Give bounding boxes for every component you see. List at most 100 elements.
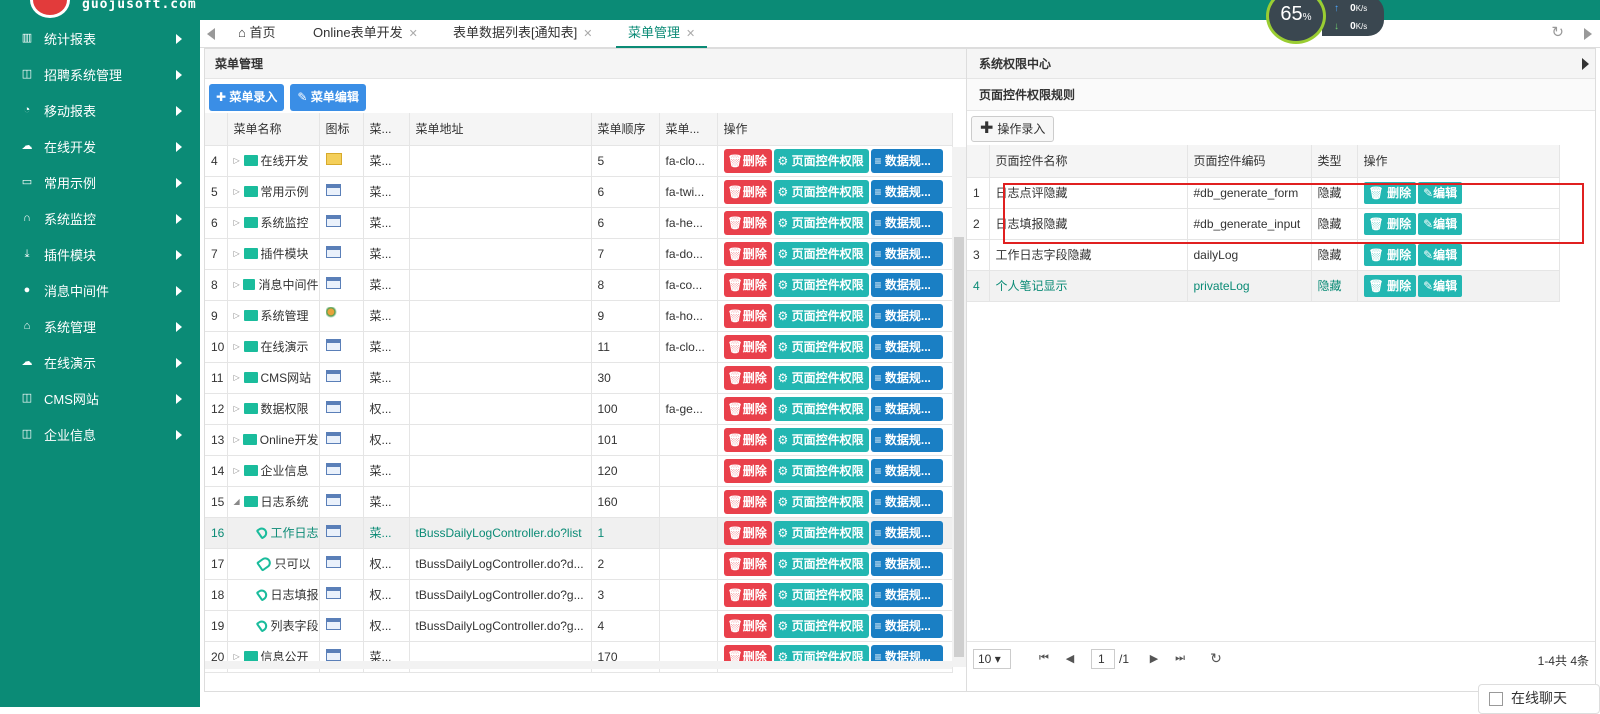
close-icon[interactable]: ✕ — [409, 28, 418, 40]
data-rule-button[interactable]: ≡ 数据规... — [870, 334, 943, 359]
data-rule-button[interactable]: ≡ 数据规... — [870, 427, 943, 452]
caret-down-icon[interactable]: ◢ — [234, 497, 244, 506]
delete-button[interactable]: 🗑删除 — [723, 427, 772, 452]
data-rule-button[interactable]: ≡ 数据规... — [870, 272, 943, 297]
add-menu-button[interactable]: ✚ 菜单录入 — [209, 84, 285, 111]
caret-right-icon[interactable]: ▷ — [234, 249, 244, 258]
caret-right-icon[interactable]: ▷ — [234, 342, 244, 351]
delete-button[interactable]: 🗑 删除 — [1363, 243, 1417, 266]
scrollbar-thumb[interactable] — [954, 237, 964, 657]
close-icon[interactable]: ✕ — [583, 28, 592, 40]
next-page-icon[interactable]: ▶ — [1141, 652, 1167, 665]
table-row[interactable]: 5 ▷ 常用示例 菜... 6 fa-twi... 🗑删除 ⚙ 页面控件权限 ≡ 数据规... — [205, 176, 953, 208]
table-row[interactable]: 14 ▷ 企业信息 菜... 120 🗑删除 ⚙ 页面控件权限 ≡ 数据规... — [205, 455, 953, 487]
tab-online-form[interactable]: Online表单开发 ✕ — [313, 20, 418, 48]
caret-right-icon[interactable]: ▷ — [234, 280, 243, 289]
sidebar-item[interactable]: ▭ 常用示例 — [0, 164, 200, 200]
table-row[interactable]: 8 ▷ 消息中间件 菜... 8 fa-co... 🗑删除 ⚙ 页面控件权限 ≡ 数据规... — [205, 269, 953, 301]
data-rule-button[interactable]: ≡ 数据规... — [870, 148, 943, 173]
sidebar-item[interactable]: ◔ 移动报表 — [0, 92, 200, 128]
delete-button[interactable]: 🗑 删除 — [1363, 274, 1417, 297]
sidebar-item[interactable]: ⌂ 系统管理 — [0, 308, 200, 344]
delete-button[interactable]: 🗑删除 — [723, 148, 772, 173]
delete-button[interactable]: 🗑删除 — [723, 272, 772, 297]
table-row[interactable]: 19 列表字段 权... tBussDailyLogController.do?g..… — [205, 610, 953, 642]
data-rule-button[interactable]: ≡ 数据规... — [870, 613, 943, 638]
last-page-icon[interactable]: ⏭ — [1167, 652, 1193, 665]
page-control-permission-button[interactable]: ⚙ 页面控件权限 — [773, 458, 869, 483]
data-rule-button[interactable]: ≡ 数据规... — [870, 489, 943, 514]
first-page-icon[interactable]: ⏮ — [1031, 652, 1057, 665]
column-header[interactable]: 操作 — [1357, 145, 1560, 178]
column-header[interactable]: 类型 — [1311, 145, 1358, 178]
edit-button[interactable]: ✎编辑 — [1418, 274, 1463, 297]
data-rule-button[interactable]: ≡ 数据规... — [870, 365, 943, 390]
reload-icon[interactable]: ↻ — [1203, 650, 1229, 667]
delete-button[interactable]: 🗑删除 — [723, 241, 772, 266]
caret-right-icon[interactable]: ▷ — [234, 404, 244, 413]
data-rule-button[interactable]: ≡ 数据规... — [870, 551, 943, 576]
caret-right-icon[interactable]: ▷ — [234, 652, 244, 661]
page-control-permission-button[interactable]: ⚙ 页面控件权限 — [773, 272, 869, 297]
page-number-input[interactable]: 1 — [1091, 648, 1115, 669]
sidebar-item[interactable]: ∩ 系统监控 — [0, 200, 200, 236]
tab-menu-management[interactable]: 菜单管理 ✕ — [616, 20, 708, 48]
page-control-permission-button[interactable]: ⚙ 页面控件权限 — [773, 148, 869, 173]
page-control-permission-button[interactable]: ⚙ 页面控件权限 — [773, 613, 869, 638]
table-row[interactable]: 13 ▷ Online开发 权... 101 🗑删除 ⚙ 页面控件权限 ≡ 数据规... — [205, 424, 953, 456]
collapse-arrow-icon[interactable] — [1582, 58, 1589, 70]
prev-page-icon[interactable]: ◀ — [1057, 652, 1083, 665]
column-header[interactable]: 操作 — [717, 113, 953, 146]
page-control-permission-button[interactable]: ⚙ 页面控件权限 — [773, 582, 869, 607]
delete-button[interactable]: 🗑删除 — [723, 582, 772, 607]
table-row[interactable]: 18 日志填报 权... tBussDailyLogController.do?g..… — [205, 579, 953, 611]
table-row[interactable]: 4 个人笔记显示 privateLog 隐藏 🗑 删除 ✎编辑 — [967, 270, 1560, 302]
column-header[interactable]: 页面控件名称 — [989, 145, 1188, 178]
table-row[interactable]: 10 ▷ 在线演示 菜... 11 fa-clo... 🗑删除 ⚙ 页面控件权限 ≡ 数据规..… — [205, 331, 953, 363]
caret-right-icon[interactable]: ▷ — [234, 466, 244, 475]
vertical-scrollbar[interactable] — [952, 147, 966, 667]
page-control-permission-button[interactable]: ⚙ 页面控件权限 — [773, 365, 869, 390]
table-row[interactable]: 9 ▷ 系统管理 菜... 9 fa-ho... 🗑删除 ⚙ 页面控件权限 ≡ 数据规... — [205, 300, 953, 332]
sidebar-item[interactable]: ⤓ 插件模块 — [0, 236, 200, 272]
page-control-permission-button[interactable]: ⚙ 页面控件权限 — [773, 427, 869, 452]
table-row[interactable]: 11 ▷ CMS网站 菜... 30 🗑删除 ⚙ 页面控件权限 ≡ 数据规... — [205, 362, 953, 394]
data-rule-button[interactable]: ≡ 数据规... — [870, 241, 943, 266]
add-operation-button[interactable]: ✚ 操作录入 — [971, 116, 1055, 142]
column-header[interactable]: 页面控件编码 — [1187, 145, 1312, 178]
table-row[interactable]: 15 ◢ 日志系统 菜... 160 🗑删除 ⚙ 页面控件权限 ≡ 数据规... — [205, 486, 953, 518]
page-control-permission-button[interactable]: ⚙ 页面控件权限 — [773, 551, 869, 576]
data-rule-button[interactable]: ≡ 数据规... — [870, 458, 943, 483]
delete-button[interactable]: 🗑删除 — [723, 551, 772, 576]
sidebar-item[interactable]: ◫ 企业信息 — [0, 416, 200, 452]
edit-menu-button[interactable]: ✎ 菜单编辑 — [290, 84, 366, 111]
close-icon[interactable]: ✕ — [686, 28, 695, 40]
caret-right-icon[interactable]: ▷ — [234, 311, 244, 320]
page-control-permission-button[interactable]: ⚙ 页面控件权限 — [773, 396, 869, 421]
page-size-select[interactable]: 10 ▾ — [973, 648, 1011, 669]
delete-button[interactable]: 🗑删除 — [723, 458, 772, 483]
column-header[interactable]: 图标 — [319, 113, 364, 146]
page-control-permission-button[interactable]: ⚙ 页面控件权限 — [773, 241, 869, 266]
page-control-permission-button[interactable]: ⚙ 页面控件权限 — [773, 334, 869, 359]
data-rule-button[interactable]: ≡ 数据规... — [870, 582, 943, 607]
table-row[interactable]: 7 ▷ 插件模块 菜... 7 fa-do... 🗑删除 ⚙ 页面控件权限 ≡ 数据规... — [205, 238, 953, 270]
horizontal-scrollbar[interactable] — [205, 661, 952, 669]
delete-button[interactable]: 🗑删除 — [723, 365, 772, 390]
caret-right-icon[interactable]: ▷ — [234, 218, 244, 227]
caret-right-icon[interactable]: ▷ — [234, 156, 244, 165]
delete-button[interactable]: 🗑删除 — [723, 334, 772, 359]
tab-form-data-list[interactable]: 表单数据列表[通知表] ✕ — [453, 20, 592, 48]
column-header[interactable]: 菜单... — [659, 113, 718, 146]
column-header[interactable]: 菜单名称 — [227, 113, 320, 146]
page-control-permission-button[interactable]: ⚙ 页面控件权限 — [773, 303, 869, 328]
delete-button[interactable]: 🗑删除 — [723, 303, 772, 328]
online-chat-button[interactable]: 在线聊天 — [1478, 684, 1600, 714]
caret-right-icon[interactable]: ▷ — [234, 373, 244, 382]
tab-home[interactable]: ⌂ 首页 — [238, 20, 276, 48]
column-header[interactable]: 菜单顺序 — [591, 113, 660, 146]
delete-button[interactable]: 🗑删除 — [723, 210, 772, 235]
page-control-permission-button[interactable]: ⚙ 页面控件权限 — [773, 179, 869, 204]
delete-button[interactable]: 🗑删除 — [723, 179, 772, 204]
data-rule-button[interactable]: ≡ 数据规... — [870, 179, 943, 204]
